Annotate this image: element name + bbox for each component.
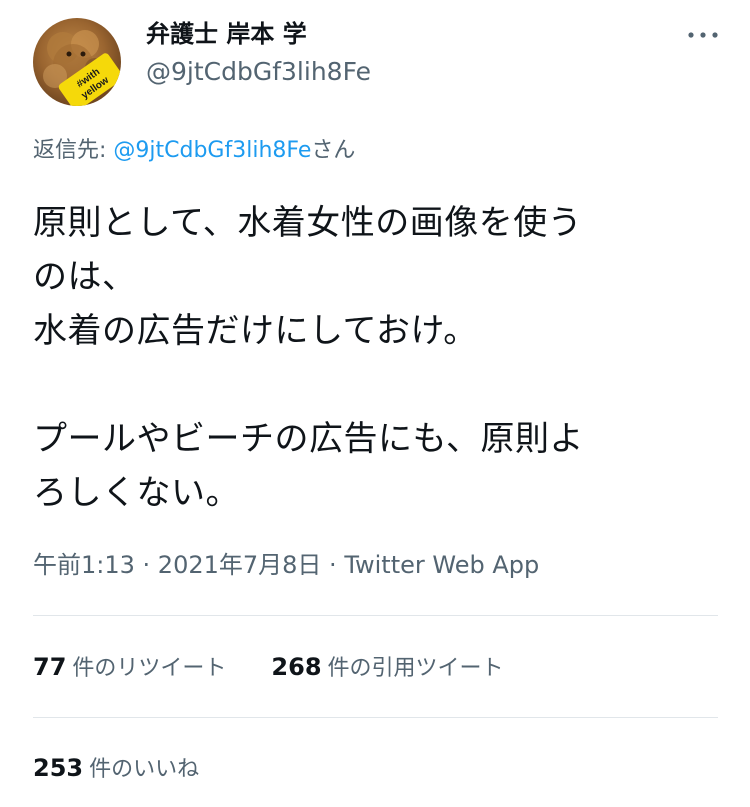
- retweets-stat[interactable]: 77 件のリツイート: [33, 650, 226, 686]
- stats-row: 77 件のリツイート 268 件の引用ツイート: [33, 650, 504, 686]
- tweet-source[interactable]: Twitter Web App: [344, 551, 539, 579]
- author-display-name[interactable]: 弁護士 岸本 学: [146, 18, 307, 50]
- reply-prefix: 返信先:: [33, 138, 114, 163]
- tweet-time[interactable]: 午前1:13: [33, 551, 135, 579]
- tweet-meta: 午前1:13 · 2021年7月8日 · Twitter Web App: [33, 548, 539, 582]
- reply-mention-link[interactable]: @9jtCdbGf3lih8Fe: [113, 138, 311, 163]
- meta-separator: ·: [134, 551, 158, 579]
- tweet-text: 原則として、水着女性の画像を使う のは、 水着の広告だけにしておけ。 プールやビ…: [33, 203, 584, 513]
- avatar[interactable]: #with yellow: [33, 18, 121, 106]
- likes-stat[interactable]: 253 件のいいね: [33, 751, 199, 787]
- tweet-date[interactable]: 2021年7月8日: [158, 551, 322, 579]
- avatar-image: #with yellow: [43, 30, 121, 106]
- divider: [33, 615, 718, 616]
- reply-suffix: さん: [311, 138, 356, 163]
- reply-to-line: 返信先: @9jtCdbGf3lih8Feさん: [33, 135, 355, 167]
- quotes-count: 268: [271, 653, 322, 681]
- likes-label: 件のいいね: [89, 757, 200, 782]
- more-options-button[interactable]: [683, 24, 723, 46]
- retweets-count: 77: [33, 653, 67, 681]
- likes-row: 253 件のいいね: [33, 751, 199, 787]
- likes-count: 253: [33, 754, 84, 782]
- quotes-stat[interactable]: 268 件の引用ツイート: [271, 650, 503, 686]
- more-horizontal-icon: [688, 32, 718, 38]
- meta-separator: ·: [321, 551, 345, 579]
- divider: [33, 717, 718, 718]
- retweets-label: 件のリツイート: [72, 656, 227, 681]
- author-handle[interactable]: @9jtCdbGf3lih8Fe: [146, 56, 371, 88]
- quotes-label: 件の引用ツイート: [327, 656, 504, 681]
